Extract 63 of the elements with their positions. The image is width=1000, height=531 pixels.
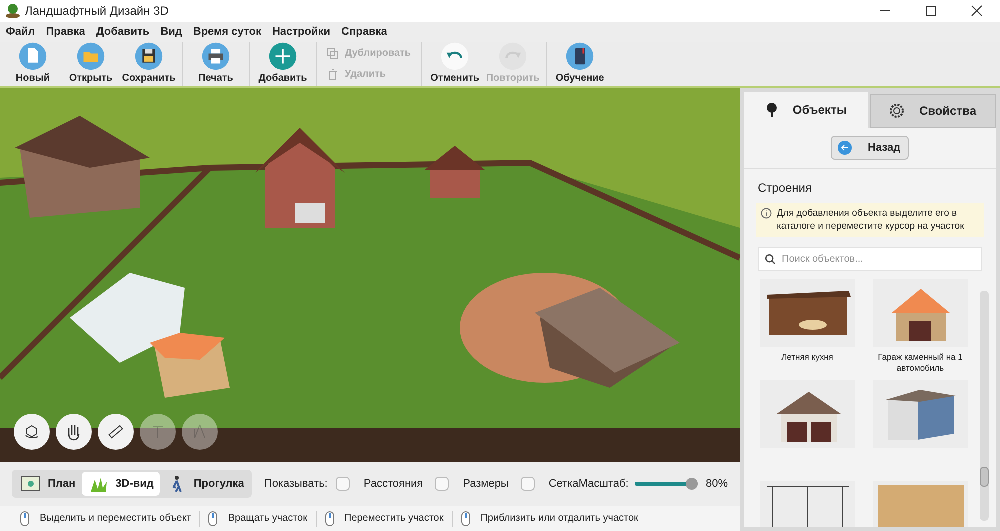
catalog-item-label: Летняя кухня	[780, 352, 834, 364]
search-icon	[765, 254, 776, 264]
menu-item[interactable]: Справка	[336, 24, 392, 40]
menu-item[interactable]: Время суток	[188, 24, 266, 40]
window-title: Ландшафтный Дизайн 3D	[25, 3, 169, 20]
back-button[interactable]: Назад	[831, 136, 909, 160]
scrollbar[interactable]	[980, 291, 989, 521]
toolbar-button[interactable]: Новый	[6, 42, 60, 86]
toolbar-button[interactable]: Открыть	[64, 42, 118, 86]
menu-item[interactable]: Правка	[41, 24, 90, 40]
checkbox[interactable]	[336, 477, 350, 491]
checkbox[interactable]	[435, 477, 450, 491]
catalog-item-label: Гараж каменный на 1 автомобиль	[877, 352, 964, 374]
checkbox-label: Размеры	[463, 476, 509, 492]
folder-icon	[76, 42, 106, 71]
view-tab[interactable]: Прогулка	[160, 472, 250, 496]
view-tab[interactable]: 3D-вид	[82, 472, 160, 496]
status-hint: Выделить и переместить объект	[40, 512, 192, 526]
section-title: Строения	[757, 180, 814, 197]
view-tab[interactable]: План	[14, 472, 82, 496]
show-label: Показывать:	[264, 476, 328, 492]
status-hint: Приблизить или отдалить участок	[480, 512, 638, 526]
menu-item[interactable]: Файл	[1, 24, 40, 40]
status-hint: Вращать участок	[228, 512, 308, 526]
checkbox-label: Расстояния	[364, 476, 424, 492]
info-icon	[761, 208, 772, 219]
app-logo-icon	[5, 3, 21, 19]
hint-text: Для добавления объекта выделите его в каталоге и переместите курсор на участок	[777, 207, 966, 233]
toolbar-button[interactable]: Обучение	[553, 42, 608, 86]
book-icon	[565, 42, 596, 71]
panel-tab[interactable]: Объекты	[744, 92, 868, 128]
zoom-slider[interactable]	[634, 477, 698, 491]
toolbar-button[interactable]: Сохранить	[122, 42, 176, 86]
tree-icon	[764, 102, 779, 118]
mouse-icon	[20, 510, 30, 526]
zoom-thumb[interactable]	[686, 478, 698, 490]
mouse-icon	[460, 510, 471, 526]
zoom-label: Масштаб:	[578, 476, 629, 492]
panel-tab[interactable]: Свойства	[870, 94, 996, 128]
search-input[interactable]: Поиск объектов...	[782, 252, 972, 266]
document-icon	[18, 42, 48, 71]
plus-icon	[268, 42, 298, 71]
checkbox-label: Сетка	[548, 476, 579, 492]
zoom-reading: 80%	[706, 476, 728, 492]
printer-icon	[201, 42, 231, 71]
status-hint: Переместить участок	[344, 512, 444, 526]
scrollbar-thumb[interactable]	[980, 467, 989, 487]
map-icon	[20, 474, 42, 494]
search-field[interactable]: Поиск объектов...	[758, 247, 982, 271]
menu-item[interactable]: Добавить	[91, 24, 155, 40]
mouse-icon	[208, 510, 218, 526]
menu-item[interactable]: Вид	[156, 24, 188, 40]
garden-scene-drawing[interactable]	[0, 88, 740, 462]
toolbar-button[interactable]: Отменить	[428, 42, 482, 86]
trash-icon	[327, 68, 339, 80]
settings-icon	[889, 103, 906, 119]
toolbar-button[interactable]: Добавить	[256, 42, 310, 86]
menu-item[interactable]: Настройки	[267, 24, 336, 40]
copy-icon	[327, 48, 339, 60]
mouse-icon	[324, 510, 334, 526]
checkbox[interactable]	[520, 477, 535, 491]
floppy-disk-icon	[134, 42, 164, 71]
toolbar-button[interactable]: Печать	[189, 42, 243, 86]
